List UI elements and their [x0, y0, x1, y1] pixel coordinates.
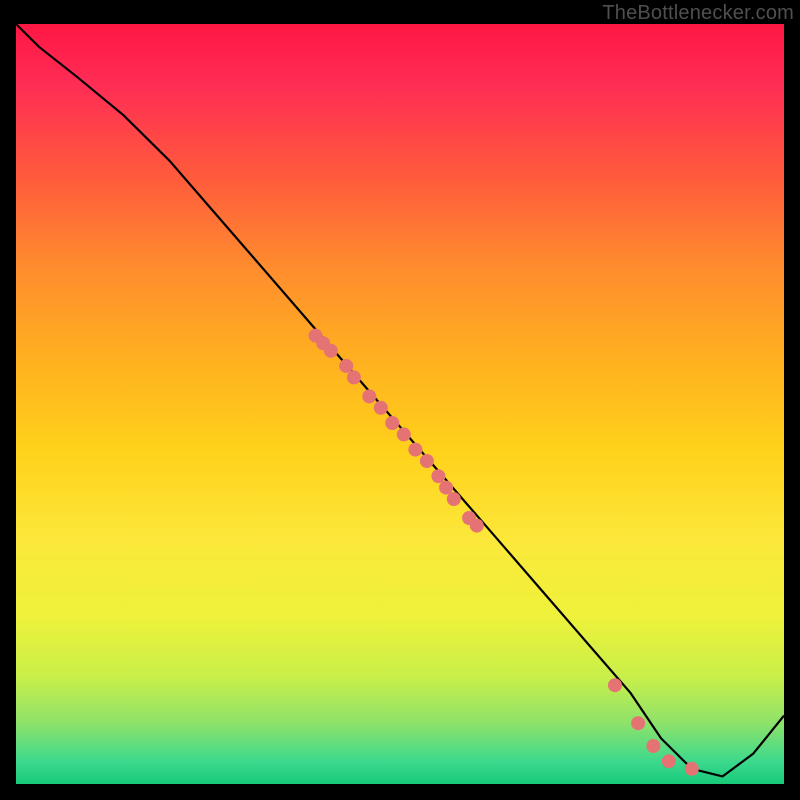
- data-marker: [385, 416, 399, 430]
- chart-svg: [16, 24, 784, 784]
- data-marker: [397, 427, 411, 441]
- data-marker: [374, 401, 388, 415]
- data-marker: [420, 454, 434, 468]
- data-marker: [347, 370, 361, 384]
- data-marker: [631, 716, 645, 730]
- chart-frame: [16, 24, 784, 784]
- data-marker: [662, 754, 676, 768]
- data-marker: [431, 469, 445, 483]
- attribution-text: TheBottlenecker.com: [602, 2, 794, 25]
- data-marker: [646, 739, 660, 753]
- data-marker: [608, 678, 622, 692]
- bottleneck-curve-line: [16, 24, 784, 776]
- data-marker: [362, 389, 376, 403]
- data-marker: [470, 519, 484, 533]
- data-marker: [324, 344, 338, 358]
- data-marker: [685, 762, 699, 776]
- data-marker: [447, 492, 461, 506]
- data-marker: [408, 443, 422, 457]
- data-marker: [439, 481, 453, 495]
- data-marker: [339, 359, 353, 373]
